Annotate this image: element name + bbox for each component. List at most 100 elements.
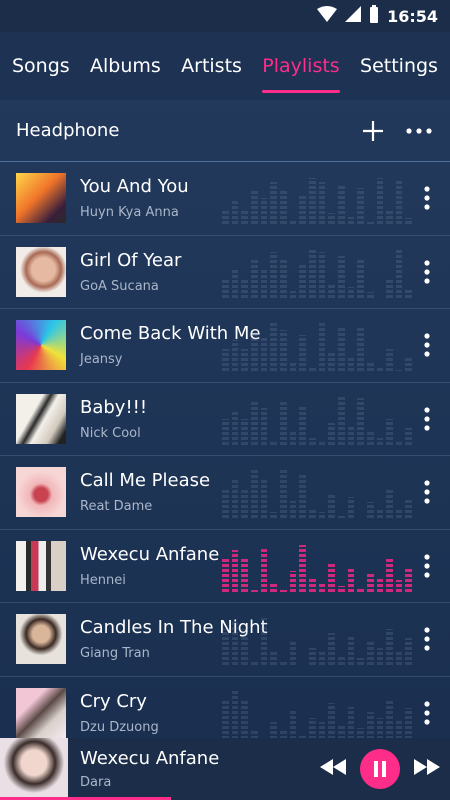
tab-settings[interactable]: Settings <box>360 39 438 93</box>
song-options-button[interactable] <box>412 178 442 218</box>
status-time: 16:54 <box>387 6 438 26</box>
tab-playlists[interactable]: Playlists <box>262 39 341 93</box>
equalizer-visual <box>222 468 413 518</box>
more-vertical-icon <box>424 333 430 357</box>
song-row[interactable]: Call Me Please Reat Dame <box>0 456 450 530</box>
pause-button[interactable] <box>360 749 400 789</box>
equalizer-bar <box>289 571 297 592</box>
more-vertical-icon <box>424 627 430 651</box>
equalizer-bar <box>318 721 326 739</box>
status-bar: 16:54 <box>0 0 450 32</box>
equalizer-bar <box>241 558 248 592</box>
equalizer-bar <box>337 396 345 445</box>
equalizer-bar <box>347 707 355 739</box>
equalizer-bar <box>308 438 316 445</box>
equalizer-bar <box>386 278 393 298</box>
equalizer-bar <box>376 177 384 224</box>
tab-artists[interactable]: Artists <box>181 39 242 93</box>
equalizer-bar <box>260 618 268 665</box>
equalizer-bar <box>318 181 326 224</box>
equalizer-bar <box>241 698 248 739</box>
equalizer-bar <box>366 361 374 371</box>
equalizer-bar <box>395 179 403 224</box>
equalizer-bar <box>270 251 277 298</box>
tab-albums[interactable]: Albums <box>90 39 161 93</box>
equalizer-bar <box>241 628 248 665</box>
equalizer-bar <box>289 291 297 298</box>
overflow-menu-button[interactable] <box>402 114 436 148</box>
playlist-title: Headphone <box>16 120 120 141</box>
album-art <box>16 467 66 518</box>
equalizer-visual <box>222 174 413 224</box>
equalizer-bar <box>395 249 403 298</box>
song-row[interactable]: Wexecu Anfane Hennei <box>0 530 450 603</box>
equalizer-bar <box>328 282 335 298</box>
equalizer-bar <box>386 488 393 518</box>
equalizer-bar <box>337 726 345 739</box>
equalizer-bar <box>337 586 345 592</box>
equalizer-bar <box>289 641 297 665</box>
song-list: You And You Huyn Kya Anna Girl Of Year G… <box>0 162 450 750</box>
equalizer-bar <box>299 264 306 298</box>
equalizer-bar <box>231 480 239 518</box>
equalizer-bar <box>328 562 335 592</box>
song-row[interactable]: Girl Of Year GoA Sucana <box>0 236 450 309</box>
tab-songs[interactable]: Songs <box>12 39 70 93</box>
equalizer-bar <box>318 581 326 592</box>
equalizer-bar <box>289 431 297 445</box>
song-options-button[interactable] <box>412 252 442 292</box>
more-horizontal-icon <box>406 127 432 134</box>
equalizer-bar <box>279 330 287 371</box>
album-art <box>16 320 66 371</box>
equalizer-bar <box>376 367 384 371</box>
song-options-button[interactable] <box>412 325 442 365</box>
equalizer-bar <box>299 474 306 518</box>
equalizer-bar <box>231 270 239 298</box>
equalizer-bar <box>366 711 374 739</box>
pause-icon <box>374 761 386 777</box>
equalizer-bar <box>318 251 326 298</box>
now-playing-bar[interactable]: Wexecu Anfane Dara <box>0 738 450 800</box>
equalizer-bar <box>366 501 374 518</box>
equalizer-bar <box>347 497 355 518</box>
equalizer-bar <box>386 418 393 445</box>
equalizer-bar <box>395 719 403 739</box>
equalizer-bar <box>347 427 355 445</box>
add-button[interactable] <box>356 114 390 148</box>
next-button[interactable] <box>414 759 440 779</box>
song-row[interactable]: Come Back With Me Jeansy <box>0 309 450 383</box>
equalizer-bar <box>328 352 335 371</box>
equalizer-bar <box>260 478 268 518</box>
equalizer-bar <box>231 550 239 592</box>
equalizer-bar <box>395 509 403 518</box>
song-row[interactable]: Candles In The Night Giang Tran <box>0 603 450 677</box>
equalizer-bar <box>405 428 413 445</box>
equalizer-bar <box>366 571 374 592</box>
equalizer-bar <box>231 620 239 665</box>
equalizer-bar <box>328 632 335 665</box>
equalizer-bar <box>270 651 277 665</box>
fast-forward-icon <box>414 759 440 775</box>
song-options-button[interactable] <box>412 546 442 586</box>
equalizer-bar <box>357 188 364 224</box>
song-options-button[interactable] <box>412 399 442 439</box>
more-vertical-icon <box>424 554 430 578</box>
previous-button[interactable] <box>320 759 346 779</box>
equalizer-bar <box>328 422 335 445</box>
equalizer-bar <box>241 348 248 371</box>
equalizer-bar <box>241 278 248 298</box>
equalizer-bar <box>270 721 277 739</box>
equalizer-bar <box>366 221 374 224</box>
equalizer-visual <box>222 689 413 739</box>
equalizer-bar <box>250 469 258 518</box>
song-options-button[interactable] <box>412 619 442 659</box>
more-vertical-icon <box>424 701 430 725</box>
equalizer-bar <box>376 577 384 592</box>
equalizer-bar <box>328 492 335 518</box>
album-art <box>16 687 66 738</box>
song-row[interactable]: You And You Huyn Kya Anna <box>0 162 450 236</box>
song-options-button[interactable] <box>412 472 442 512</box>
song-options-button[interactable] <box>412 693 442 733</box>
song-row[interactable]: Baby!!! Nick Cool <box>0 383 450 456</box>
equalizer-bar <box>231 340 239 371</box>
